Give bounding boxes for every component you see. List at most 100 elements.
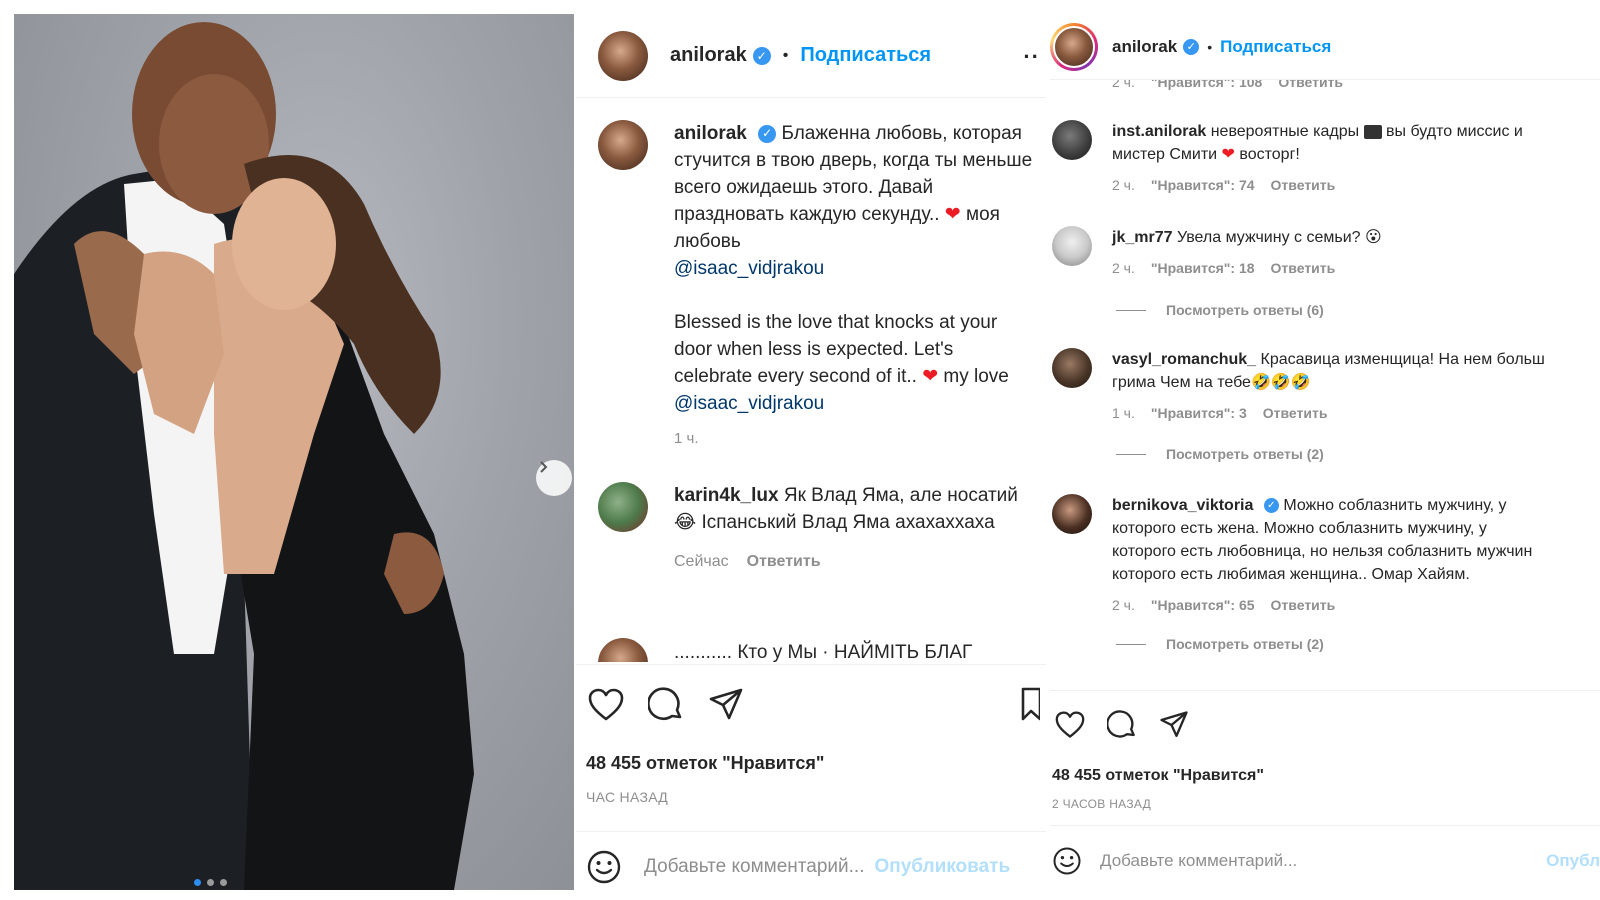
comment-item: bernikova_viktoria ✓ Можно соблазнить му… xyxy=(1052,494,1600,617)
share-button[interactable] xyxy=(1154,705,1194,745)
comment-text-3: которого есть любовница, но нельзя собла… xyxy=(1112,543,1533,560)
reply-button[interactable]: Ответить xyxy=(1271,594,1336,617)
comment-body: bernikova_viktoria ✓ Можно соблазнить му… xyxy=(1112,494,1600,617)
story-avatar[interactable] xyxy=(1050,22,1098,71)
verified-badge-icon: ✓ xyxy=(1263,498,1279,514)
view-replies-button[interactable]: Посмотреть ответы (6) xyxy=(1116,302,1324,318)
clapper-emoji-icon xyxy=(1363,124,1382,139)
verified-badge-icon: ✓ xyxy=(758,124,777,143)
separator-dot: • xyxy=(782,46,789,64)
comments-scroll[interactable]: anilorak ✓ Блаженна любовь, которая стуч… xyxy=(576,100,1046,662)
partial-avatar xyxy=(598,638,648,662)
next-photo-button[interactable] xyxy=(536,460,572,496)
comment-time: 2 ч. xyxy=(1112,177,1135,193)
commenter-username[interactable]: bernikova_viktoria xyxy=(1112,497,1253,514)
post-time: ЧАС НАЗАД xyxy=(586,789,669,805)
reply-button[interactable]: Ответить xyxy=(1271,174,1336,197)
comment-bubble-icon xyxy=(1107,710,1135,738)
commenter-username[interactable]: jk_mr77 xyxy=(1112,229,1173,246)
post-actions: 48 455 отметок "Нравится" 2 ЧАСОВ НАЗАД … xyxy=(1050,690,1600,900)
partial-comment-meta: 2 ч. "Нравится": 108 Ответить xyxy=(1112,80,1343,90)
comment-text-2: грима Чем на тебе xyxy=(1112,374,1251,391)
comment-input[interactable]: Добавьте комментарий... xyxy=(644,856,864,878)
reply-button[interactable]: Ответить xyxy=(747,548,821,575)
reply-button[interactable]: Ответить xyxy=(1271,257,1336,280)
comment-body: karin4k_lux Як Влад Яма, але носатий 😂 Іс… xyxy=(674,482,1034,575)
share-button[interactable] xyxy=(706,685,746,725)
comment-button[interactable] xyxy=(646,685,686,725)
partial-comment-text: ........... Кто у Мы · НАЙМІТЬ БЛАГ xyxy=(674,642,973,662)
reply-button[interactable]: Ответить xyxy=(1263,402,1328,425)
publish-button[interactable]: Опубл xyxy=(1546,851,1600,871)
comment-likes[interactable]: "Нравится": 3 xyxy=(1151,402,1247,425)
follow-button[interactable]: Подписаться xyxy=(800,44,931,67)
comment-text: Увела мужчину с семьи? xyxy=(1176,229,1361,246)
author-avatar[interactable] xyxy=(598,30,648,81)
view-replies-label: Посмотреть ответы (2) xyxy=(1166,636,1324,652)
divider-line xyxy=(1116,453,1146,455)
comment-meta: 1 ч. "Нравится": 3 Ответить xyxy=(1112,402,1600,425)
commenter-avatar[interactable] xyxy=(1052,120,1092,160)
comment-likes[interactable]: "Нравится": 65 xyxy=(1151,594,1255,617)
mention-link[interactable]: @isaac_vidjrakou xyxy=(674,258,824,279)
view-replies-button[interactable]: Посмотреть ответы (2) xyxy=(1116,446,1324,462)
separator-dot: • xyxy=(1207,38,1213,55)
caption-avatar[interactable] xyxy=(598,120,648,170)
likes-count[interactable]: 48 455 отметок "Нравится" xyxy=(1052,767,1264,785)
comment-time: Сейчас xyxy=(674,553,729,570)
post-time: 2 ЧАСОВ НАЗАД xyxy=(1052,797,1152,811)
author-username[interactable]: anilorak xyxy=(1112,37,1177,57)
commenter-avatar[interactable] xyxy=(1052,226,1092,266)
reply-button[interactable]: Ответить xyxy=(1278,80,1343,90)
comment-meta: 2 ч. "Нравится": 18 Ответить xyxy=(1112,257,1600,280)
comment-text: невероятные кадры xyxy=(1210,123,1360,140)
author-username[interactable]: anilorak xyxy=(670,44,747,67)
comment-likes[interactable]: "Нравится": 108 xyxy=(1151,80,1262,90)
comment-text: Як Влад Яма, але носатий xyxy=(783,485,1018,506)
comment-likes[interactable]: "Нравится": 74 xyxy=(1151,174,1255,197)
action-icons xyxy=(586,685,746,725)
post-header: anilorak ✓ • Подписаться xyxy=(1050,14,1600,80)
comment-text-3: мистер Смити xyxy=(1112,146,1218,163)
emoji-icon[interactable] xyxy=(586,849,622,885)
commenter-username[interactable]: vasyl_romanchuk_ xyxy=(1112,351,1256,368)
add-comment-row: Добавьте комментарий... Опубликовать xyxy=(576,831,1046,900)
post-side-panel: anilorak ✓ • Подписаться ·· anilorak ✓ Б… xyxy=(576,14,1046,900)
like-button[interactable] xyxy=(1050,705,1090,745)
comment-text-4: восторг! xyxy=(1239,146,1300,163)
comment-likes[interactable]: "Нравится": 18 xyxy=(1151,257,1255,280)
comment-button[interactable] xyxy=(1102,705,1142,745)
commenter-avatar[interactable] xyxy=(598,482,648,532)
verified-badge-icon: ✓ xyxy=(1183,38,1200,55)
commenter-avatar[interactable] xyxy=(1052,348,1092,388)
commenter-username[interactable]: inst.anilorak xyxy=(1112,123,1206,140)
send-icon xyxy=(709,688,743,720)
partial-comment: ........... Кто у Мы · НАЙМІТЬ БЛАГ xyxy=(598,638,1038,662)
follow-button[interactable]: Подписаться xyxy=(1220,37,1331,57)
comment-time: 1 ч. xyxy=(1112,405,1135,421)
commenter-avatar[interactable] xyxy=(1052,494,1092,534)
comment-item: vasyl_romanchuk_ Красавица изменщица! На… xyxy=(1052,348,1600,425)
publish-button[interactable]: Опубликовать xyxy=(874,856,1010,878)
caption-time: 1 ч. xyxy=(674,430,699,447)
comment-input[interactable]: Добавьте комментарий... xyxy=(1100,851,1297,871)
surprised-emoji-icon: 😮 xyxy=(1365,229,1382,246)
bookmark-icon xyxy=(1021,687,1042,721)
comment-text-4: которого есть любимая женщина.. Омар Хай… xyxy=(1112,566,1470,583)
view-replies-button[interactable]: Посмотреть ответы (2) xyxy=(1116,636,1324,652)
comment-item: karin4k_lux Як Влад Яма, але носатий 😂 Іс… xyxy=(598,482,1034,575)
likes-count[interactable]: 48 455 отметок "Нравится" xyxy=(586,753,824,774)
laughing-emoji-icon: 😂 xyxy=(674,512,697,533)
caption-text: anilorak ✓ Блаженна любовь, которая стуч… xyxy=(598,120,1034,575)
save-button[interactable] xyxy=(1020,687,1042,726)
post-header: anilorak ✓ • Подписаться ·· xyxy=(576,14,1046,98)
emoji-icon[interactable] xyxy=(1052,846,1082,876)
like-button[interactable] xyxy=(586,685,626,725)
commenter-username[interactable]: karin4k_lux xyxy=(674,485,779,506)
comments-scroll[interactable]: 2 ч. "Нравится": 108 Ответить inst.anilo… xyxy=(1050,80,1600,688)
caption-username[interactable]: anilorak xyxy=(674,123,747,144)
mention-link[interactable]: @isaac_vidjrakou xyxy=(674,393,824,414)
heart-emoji-icon: ❤ xyxy=(922,366,939,387)
comment-item: inst.anilorak невероятные кадры вы будто… xyxy=(1052,120,1600,197)
more-options-icon[interactable]: ·· xyxy=(1023,44,1040,70)
